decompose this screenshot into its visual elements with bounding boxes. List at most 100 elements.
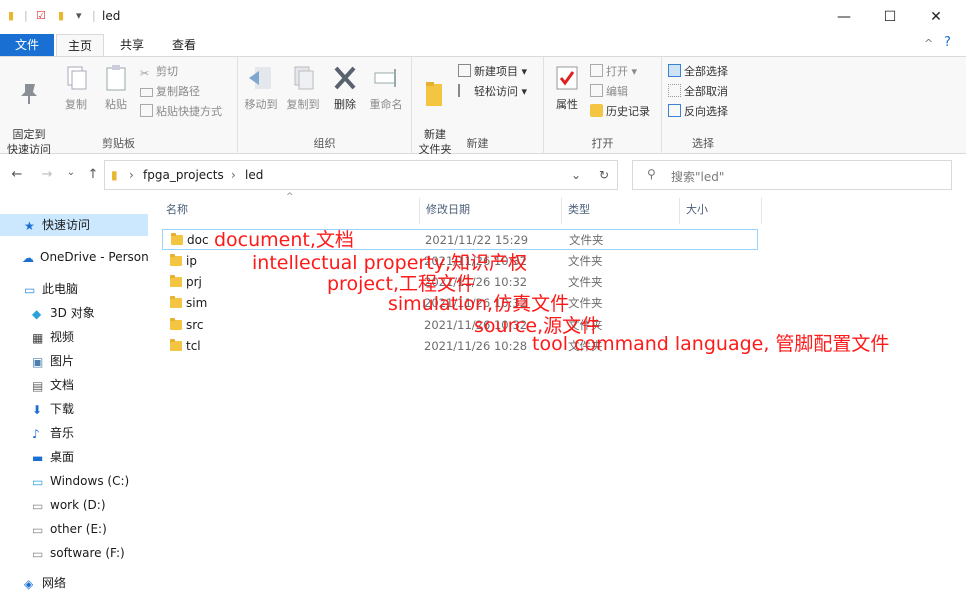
ribbon-tabs: 文件 主页 共享 查看 ^ ? [0,34,966,56]
window-title: led [102,9,121,23]
search-box[interactable]: ⚲ 搜索"led" [632,160,952,190]
breadcrumb-led[interactable]: led [245,168,263,182]
paste-button[interactable]: 粘贴 [98,63,134,112]
properties-check-icon[interactable]: ☑ [36,9,46,22]
sidebar-item-music[interactable]: ♪ 音乐 [0,422,148,444]
open-button[interactable]: 打开 ▾ [590,63,637,81]
sidebar-item-this-pc[interactable]: ▭ 此电脑 [0,278,148,300]
easy-access-button[interactable]: 轻松访问 ▾ [458,83,527,101]
sidebar-item-drive-c[interactable]: ▭ Windows (C:) [0,470,148,492]
rename-button[interactable]: 重命名 [364,63,408,112]
sidebar-item-pictures[interactable]: ▣ 图片 [0,350,148,372]
maximize-button[interactable]: ☐ [868,4,912,30]
quick-access-dropdown-icon[interactable]: ▾ [76,9,82,22]
new-group-label: 新建 [466,137,489,150]
forward-arrow-icon[interactable]: → [38,167,56,182]
title-bar: ▮ | ☑ ▮ ▾ | led — ☐ ✕ [0,0,966,34]
tab-share[interactable]: 共享 [108,34,156,56]
sidebar-item-documents[interactable]: ▤ 文档 [0,374,148,396]
shortcut-icon [140,104,153,117]
sidebar-item-quick-access[interactable]: ★ 快速访问 [0,214,148,236]
annotation-tcl: tool command language, 管脚配置文件 [532,333,890,355]
properties-button[interactable]: 属性 [548,63,586,112]
refresh-icon[interactable]: ↻ [599,168,609,182]
sidebar-item-label: 下载 [50,402,75,416]
sidebar-item-onedrive[interactable]: ☁ OneDrive - Personal [0,246,148,268]
copy-button[interactable]: 复制 [58,63,94,112]
computer-icon: ▭ [24,283,36,297]
paste-shortcut-label: 粘贴快捷方式 [156,105,222,118]
cube-icon: ◆ [32,307,42,321]
copy-path-button[interactable]: 复制路径 [140,83,200,101]
move-to-icon [249,67,271,89]
folder-icon [170,318,182,330]
tab-file[interactable]: 文件 [0,34,54,56]
organize-group-label: 组织 [313,137,336,150]
select-none-button[interactable]: 全部取消 [668,83,728,101]
annotation-sim: simulation,仿真文件 [388,293,570,315]
close-button[interactable]: ✕ [914,4,958,30]
minimize-button[interactable]: — [822,4,866,30]
sidebar-item-label: software (F:) [50,546,125,560]
up-arrow-icon[interactable]: ↑ [84,167,102,182]
chevron-up-icon[interactable]: ^ [924,37,933,50]
paste-shortcut-button[interactable]: 粘贴快捷方式 [140,103,222,121]
sidebar-item-drive-f[interactable]: ▭ software (F:) [0,542,148,564]
history-button[interactable]: 历史记录 [590,103,650,121]
clipboard-group-label: 剪贴板 [102,137,135,150]
move-to-label: 移动到 [244,98,278,111]
help-icon[interactable]: ? [944,35,951,50]
new-item-label: 新建项目 ▾ [474,65,528,78]
copy-to-label: 复制到 [286,98,320,111]
windows-drive-icon: ▭ [32,475,44,489]
chevron-down-icon[interactable]: ⌄ [571,168,581,182]
invert-selection-button[interactable]: 反向选择 [668,103,728,121]
sidebar-item-downloads[interactable]: ⬇ 下载 [0,398,148,420]
file-date: 2021/11/26 10:28 [424,339,528,353]
new-item-button[interactable]: 新建项目 ▾ [458,63,527,81]
sidebar-item-drive-e[interactable]: ▭ other (E:) [0,518,148,540]
invert-selection-label: 反向选择 [684,105,728,118]
file-type: 文件夹 [568,254,603,268]
edit-button[interactable]: 编辑 [590,83,628,101]
column-header-size[interactable]: 大小 [680,198,762,224]
sidebar-item-label: 此电脑 [42,282,79,296]
recent-locations-chevron-icon[interactable]: ⌄ [62,167,80,178]
move-to-button[interactable]: 移动到 [240,63,282,112]
invert-selection-icon [668,104,681,117]
tab-home[interactable]: 主页 [56,34,104,56]
file-name: doc [187,233,209,247]
chevron-right-icon: › [231,168,236,182]
sidebar-item-drive-d[interactable]: ▭ work (D:) [0,494,148,516]
delete-button[interactable]: 删除 [328,63,362,112]
column-header-type[interactable]: 类型 [562,198,680,224]
sidebar-item-network[interactable]: ◈ 网络 [0,572,148,594]
select-group: 全部选择 全部取消 反向选择 选择 [662,57,744,154]
copy-to-button[interactable]: 复制到 [282,63,324,112]
sidebar-item-3d-objects[interactable]: ◆ 3D 对象 [0,302,148,324]
sidebar-item-videos[interactable]: ▦ 视频 [0,326,148,348]
search-placeholder: 搜索"led" [671,170,725,184]
address-bar[interactable]: ▮ › fpga_projects › led ⌄ ↻ [104,160,618,190]
folder-icon [171,233,183,245]
folder-icon: ▮ [8,9,15,22]
paste-label: 粘贴 [105,98,127,111]
back-arrow-icon[interactable]: ← [8,167,26,182]
column-header-name[interactable]: 名称 [160,198,420,224]
column-header-date[interactable]: 修改日期 [420,198,562,224]
music-icon: ♪ [32,427,40,441]
new-folder-quick-icon[interactable]: ▮ [58,9,64,22]
copy-label: 复制 [65,98,87,111]
breadcrumb-fpga-projects[interactable]: fpga_projects [143,168,224,182]
sidebar-item-desktop[interactable]: ▬ 桌面 [0,446,148,468]
download-icon: ⬇ [32,403,43,417]
select-none-label: 全部取消 [684,85,728,98]
annotation-ip: intellectual property,知识产权 [252,252,527,274]
cut-button[interactable]: ✂ 剪切 [140,63,178,81]
folder-icon [170,339,182,351]
sidebar-item-label: 文档 [50,378,75,392]
open-icon [590,64,603,77]
sidebar-item-label: Windows (C:) [50,474,130,488]
select-all-button[interactable]: 全部选择 [668,63,728,81]
tab-view[interactable]: 查看 [160,34,208,56]
